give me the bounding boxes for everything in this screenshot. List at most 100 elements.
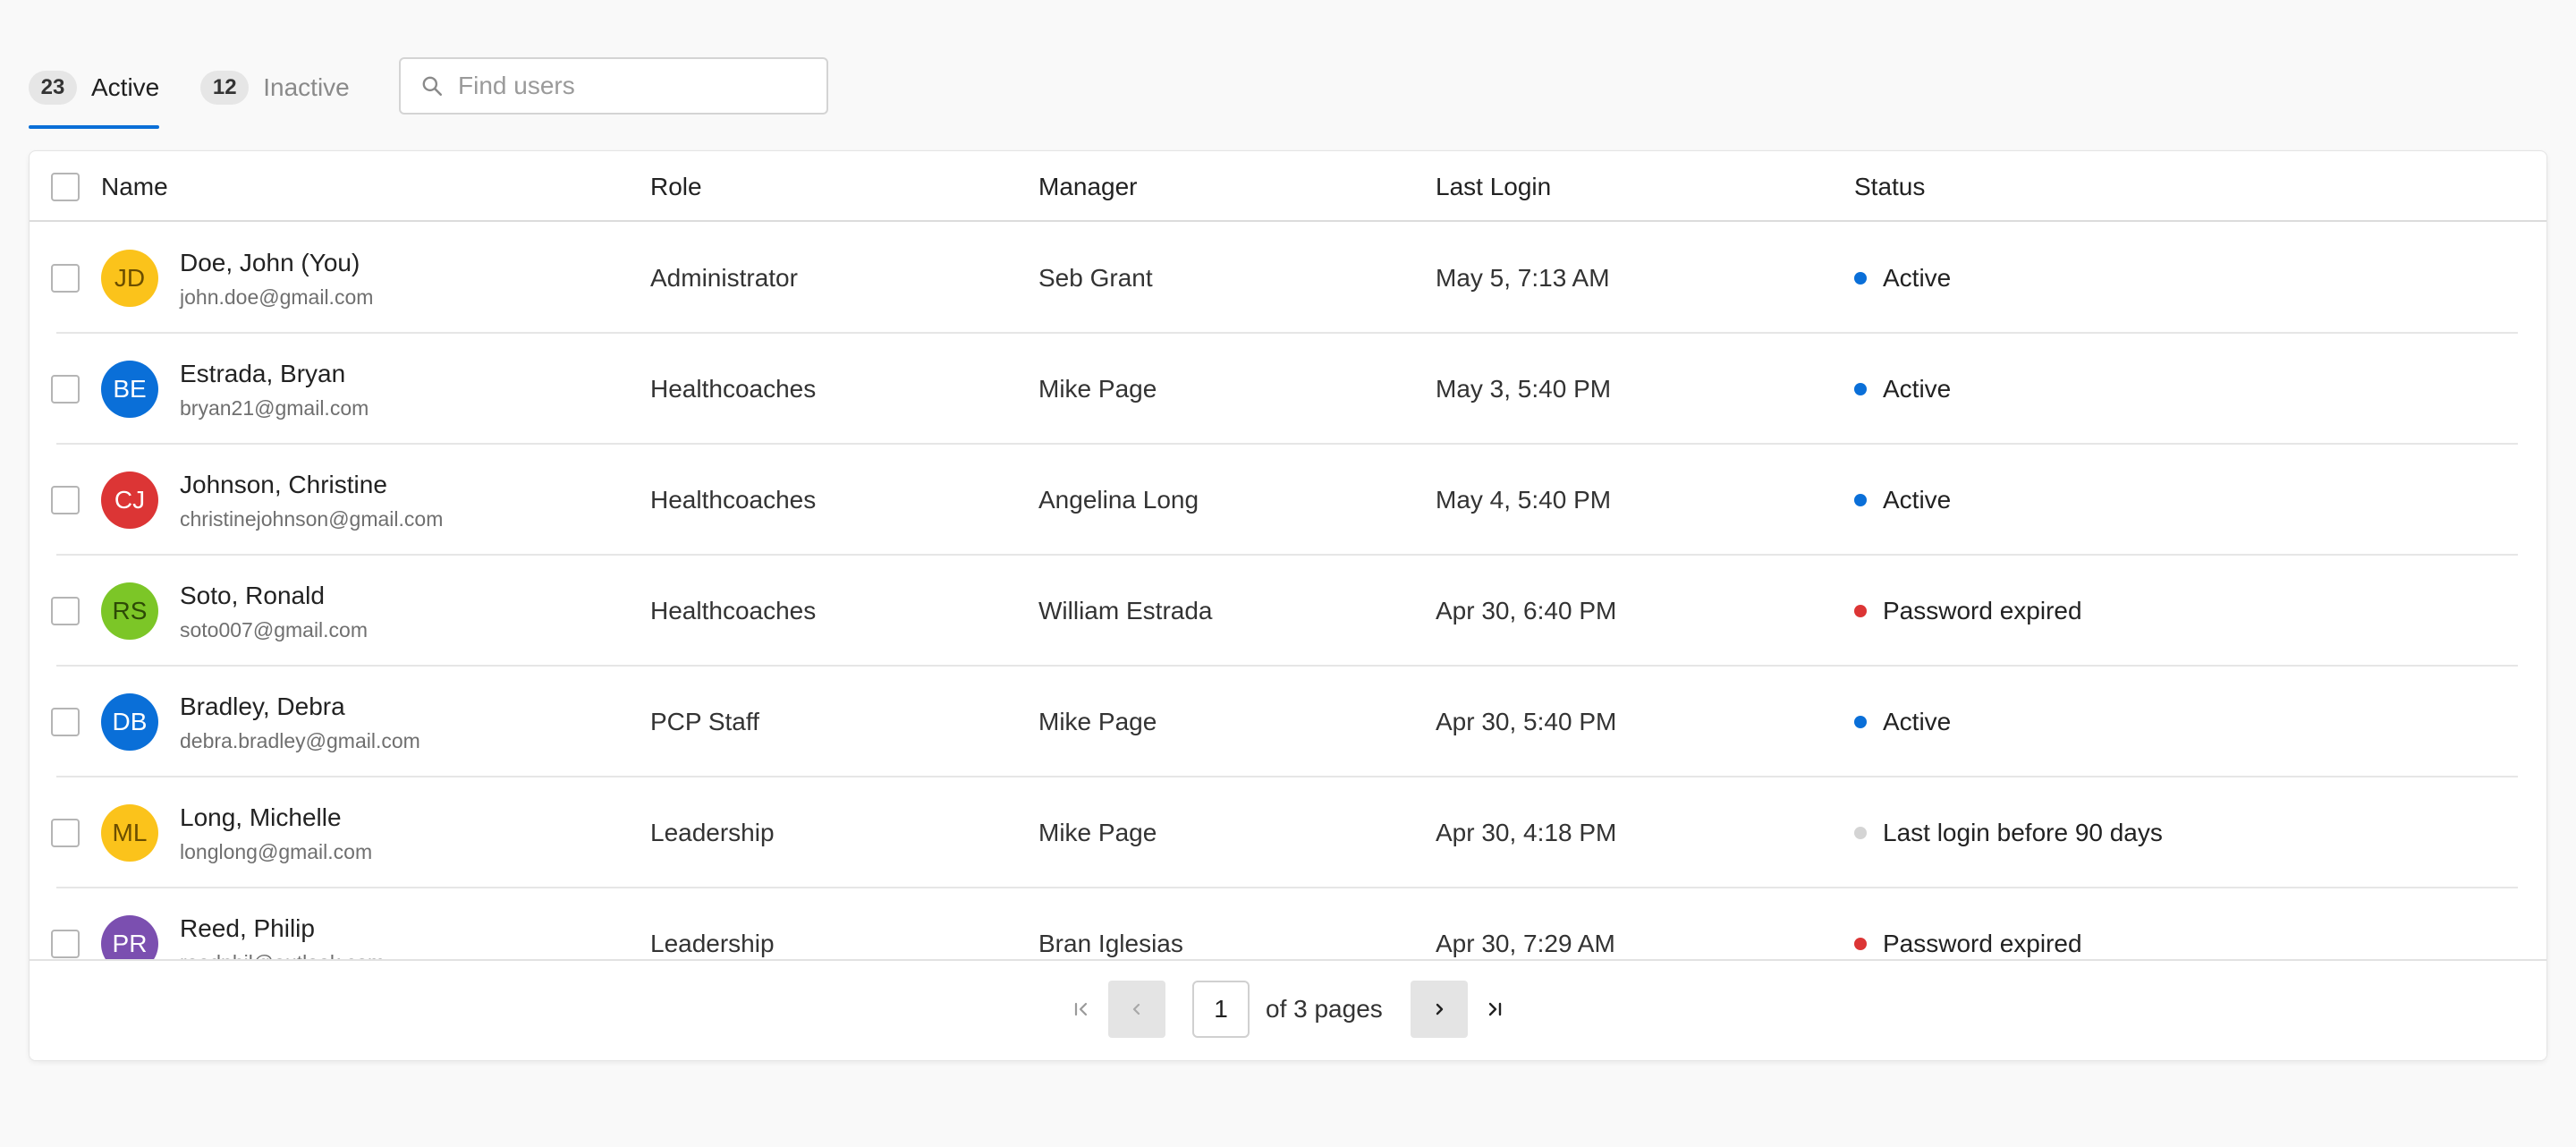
status-dot-icon xyxy=(1854,605,1867,617)
user-name[interactable]: Soto, Ronald xyxy=(180,581,368,611)
status-text: Password expired xyxy=(1883,930,2082,957)
user-tabs: 23 Active 12 Inactive xyxy=(29,57,391,129)
search-box xyxy=(399,57,828,115)
manager-cell: William Estrada xyxy=(1038,597,1213,624)
user-email: christinejohnson@gmail.com xyxy=(180,507,444,531)
status-text: Active xyxy=(1883,264,1952,292)
role-cell: Administrator xyxy=(650,264,798,292)
search-icon xyxy=(422,76,443,97)
last-login-cell: May 4, 5:40 PM xyxy=(1436,486,1612,514)
status-text: Active xyxy=(1883,708,1952,735)
avatar: BE xyxy=(101,361,158,418)
row-checkbox[interactable] xyxy=(51,708,80,736)
row-checkbox[interactable] xyxy=(51,486,80,514)
users-table: Name Role Manager Last Login Status JD Do… xyxy=(29,150,2547,1061)
user-email: soto007@gmail.com xyxy=(180,618,368,641)
user-name-cell: Estrada, Bryan bryan21@gmail.com xyxy=(180,359,369,423)
role-cell: PCP Staff xyxy=(650,708,759,735)
row-checkbox[interactable] xyxy=(51,597,80,625)
user-name[interactable]: Johnson, Christine xyxy=(180,470,443,500)
avatar: JD xyxy=(101,250,158,307)
user-name[interactable]: Bradley, Debra xyxy=(180,692,420,722)
user-name-cell: Doe, John (You) john.doe@gmail.com xyxy=(180,248,373,312)
status-cell: Active xyxy=(1854,667,1951,777)
tab-inactive[interactable]: 12 Inactive xyxy=(200,57,350,129)
tab-inactive-label: Inactive xyxy=(263,73,350,101)
manager-cell: Mike Page xyxy=(1038,375,1157,403)
manager-cell: Mike Page xyxy=(1038,708,1157,735)
search-input[interactable] xyxy=(458,72,816,100)
status-cell: Active xyxy=(1854,223,1951,334)
status-text: Password expired xyxy=(1883,597,2082,624)
avatar: ML xyxy=(101,804,158,862)
status-dot-icon xyxy=(1854,716,1867,728)
chevron-left-icon xyxy=(1132,1003,1140,1015)
user-name[interactable]: Doe, John (You) xyxy=(180,248,373,278)
avatar: CJ xyxy=(101,472,158,529)
table-row[interactable]: RS Soto, Ronald soto007@gmail.com Healthcoa… xyxy=(30,556,2546,667)
tab-active[interactable]: 23 Active xyxy=(29,57,160,129)
role-cell: Healthcoaches xyxy=(650,375,817,403)
table-row[interactable]: DB Bradley, Debra debra.bradley@gmail.com P… xyxy=(30,667,2546,777)
role-cell: Healthcoaches xyxy=(650,486,817,514)
user-name[interactable]: Estrada, Bryan xyxy=(180,359,369,389)
column-header-name[interactable]: Name xyxy=(101,151,168,222)
inactive-count-badge: 12 xyxy=(200,71,250,105)
select-all-checkbox[interactable] xyxy=(51,173,80,201)
user-name-cell: Bradley, Debra debra.bradley@gmail.com xyxy=(180,692,420,756)
last-login-cell: May 3, 5:40 PM xyxy=(1436,375,1612,403)
status-cell: Password expired xyxy=(1854,556,2082,667)
first-page-icon xyxy=(1074,1002,1088,1016)
last-page-icon xyxy=(1488,1002,1502,1016)
status-dot-icon xyxy=(1854,272,1867,285)
user-name-cell: Soto, Ronald soto007@gmail.com xyxy=(180,581,368,645)
column-header-status[interactable]: Status xyxy=(1854,151,1925,222)
row-checkbox[interactable] xyxy=(51,375,80,404)
status-dot-icon xyxy=(1854,827,1867,839)
user-name[interactable]: Reed, Philip xyxy=(180,913,385,944)
previous-page-button[interactable] xyxy=(1108,981,1165,1038)
table-row[interactable]: CJ Johnson, Christine christinejohnson@gma… xyxy=(30,445,2546,556)
user-email: longlong@gmail.com xyxy=(180,840,373,863)
user-name-cell: Johnson, Christine christinejohnson@gmail… xyxy=(180,470,443,534)
column-header-manager[interactable]: Manager xyxy=(1038,151,1138,222)
status-text: Last login before 90 days xyxy=(1883,819,2163,846)
chevron-right-icon xyxy=(1436,1003,1444,1015)
user-email: debra.bradley@gmail.com xyxy=(180,729,420,752)
table-row[interactable]: BE Estrada, Bryan bryan21@gmail.com Healthc… xyxy=(30,334,2546,445)
avatar: RS xyxy=(101,582,158,640)
status-dot-icon xyxy=(1854,938,1867,950)
first-page-button[interactable] xyxy=(1053,981,1110,1038)
row-checkbox[interactable] xyxy=(51,264,80,293)
table-row[interactable]: ML Long, Michelle longlong@gmail.com Leader… xyxy=(30,777,2546,888)
next-page-button[interactable] xyxy=(1411,981,1468,1038)
tab-active-label: Active xyxy=(91,73,160,101)
user-name[interactable]: Long, Michelle xyxy=(180,803,372,833)
last-login-cell: Apr 30, 4:18 PM xyxy=(1436,819,1617,846)
user-name-cell: Long, Michelle longlong@gmail.com xyxy=(180,803,372,867)
status-dot-icon xyxy=(1854,494,1867,506)
column-header-last-login[interactable]: Last Login xyxy=(1436,151,1551,222)
row-checkbox[interactable] xyxy=(51,930,80,958)
last-page-button[interactable] xyxy=(1466,981,1523,1038)
manager-cell: Seb Grant xyxy=(1038,264,1153,292)
current-page-input[interactable]: 1 xyxy=(1192,981,1250,1038)
manager-cell: Mike Page xyxy=(1038,819,1157,846)
pagination: 1 of 3 pages xyxy=(30,959,2546,1060)
last-login-cell: May 5, 7:13 AM xyxy=(1436,264,1610,292)
status-dot-icon xyxy=(1854,383,1867,395)
column-header-role[interactable]: Role xyxy=(650,151,702,222)
role-cell: Leadership xyxy=(650,819,775,846)
last-login-cell: Apr 30, 6:40 PM xyxy=(1436,597,1617,624)
avatar: DB xyxy=(101,693,158,751)
role-cell: Healthcoaches xyxy=(650,597,817,624)
row-checkbox[interactable] xyxy=(51,819,80,847)
status-cell: Active xyxy=(1854,445,1951,556)
active-count-badge: 23 xyxy=(29,71,77,105)
user-email: john.doe@gmail.com xyxy=(180,285,374,309)
table-body: JD Doe, John (You) john.doe@gmail.com Admin… xyxy=(30,223,2546,1060)
page-count-label: of 3 pages xyxy=(1266,995,1383,1023)
table-row[interactable]: JD Doe, John (You) john.doe@gmail.com Admin… xyxy=(30,223,2546,334)
last-login-cell: Apr 30, 5:40 PM xyxy=(1436,708,1617,735)
user-email: bryan21@gmail.com xyxy=(180,396,369,420)
